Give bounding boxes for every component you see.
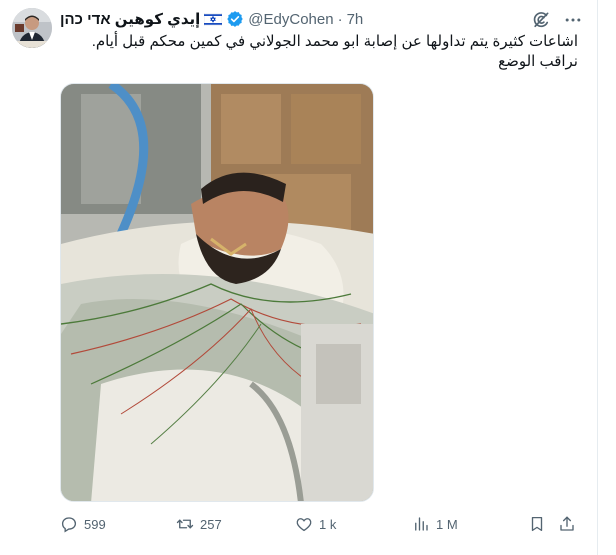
views-count: 1 M	[436, 516, 458, 532]
post-time[interactable]: 7h	[347, 11, 364, 28]
top-actions	[530, 9, 584, 31]
bookmark-icon	[531, 516, 543, 532]
verified-badge-icon	[226, 10, 244, 28]
post-photo[interactable]	[60, 83, 374, 502]
tweet-header: إيدي كوهين אדי כהן @EdyCohen · 7h	[60, 9, 363, 29]
grok-icon[interactable]	[530, 9, 552, 31]
share-icon	[560, 516, 574, 531]
separator-dot: ·	[337, 10, 343, 28]
like-icon	[296, 518, 312, 532]
display-name[interactable]: إيدي كوهين אדי כהן	[60, 10, 200, 28]
reply-count: 599	[84, 516, 106, 532]
retweet-button[interactable]: 257	[176, 512, 222, 536]
like-count: 1 k	[319, 516, 337, 532]
share-button[interactable]	[558, 512, 576, 536]
tweet-card[interactable]: إيدي كوهين אדי כהן @EdyCohen · 7h اشاعات…	[0, 0, 616, 555]
reply-button[interactable]: 599	[60, 512, 106, 536]
like-button[interactable]: 1 k	[295, 512, 336, 536]
views-icon	[415, 517, 428, 531]
views-button[interactable]: 1 M	[412, 512, 458, 536]
bookmark-button[interactable]	[528, 512, 546, 536]
israel-flag-icon	[204, 12, 223, 26]
more-icon[interactable]	[562, 9, 584, 31]
tweet-text: اشاعات كثيرة يتم تداولها عن إصابة ابو مح…	[91, 33, 578, 70]
retweet-icon	[176, 519, 194, 529]
action-bar: 599 257 1 k 1 M	[60, 512, 580, 536]
user-handle[interactable]: @EdyCohen	[248, 11, 333, 28]
reply-icon	[61, 517, 77, 533]
avatar[interactable]	[12, 8, 52, 48]
column-divider	[597, 0, 598, 555]
retweet-count: 257	[200, 516, 222, 532]
